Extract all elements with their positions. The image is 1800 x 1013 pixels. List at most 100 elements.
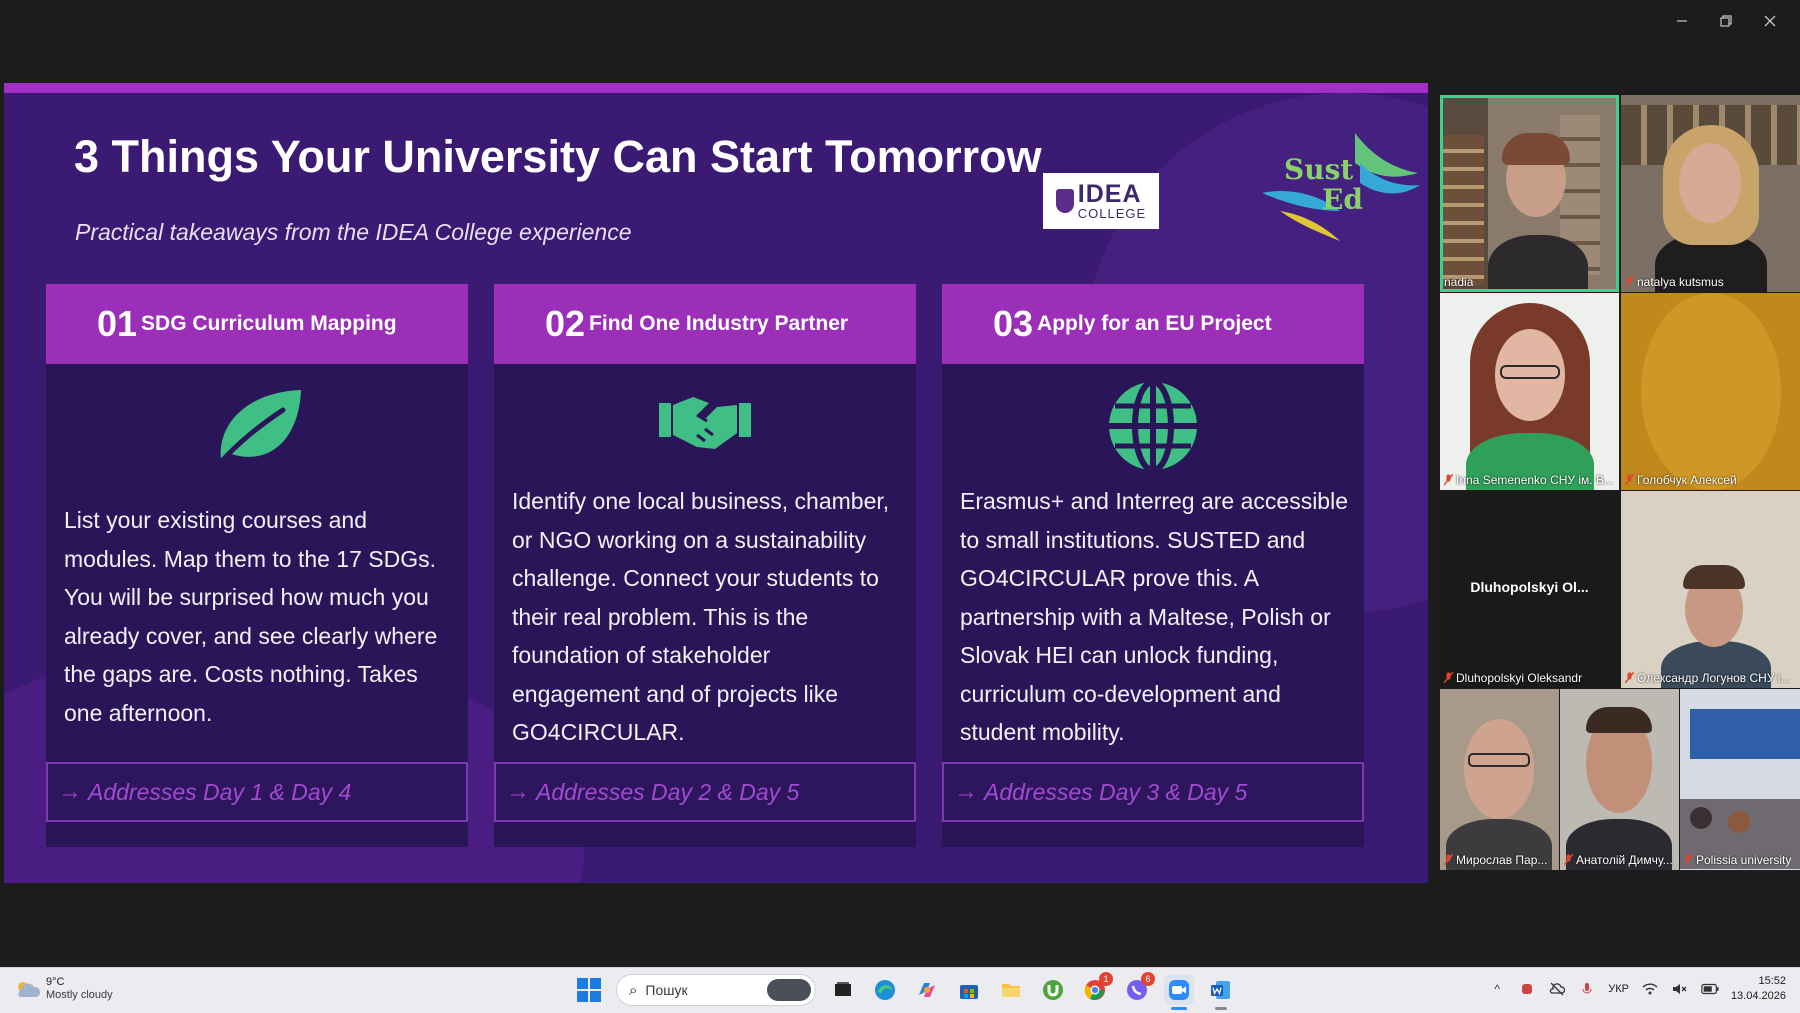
copilot-icon[interactable] (912, 975, 942, 1005)
card-footer-text: Addresses Day 2 & Day 5 (536, 778, 800, 805)
participant-name: Inna Semenenko СНУ ім. В... (1444, 473, 1614, 487)
slide-subtitle: Practical takeaways from the IDEA Colleg… (75, 219, 632, 245)
arrow-right-icon: → (506, 778, 530, 805)
clock-time: 15:52 (1758, 975, 1786, 987)
mic-muted-icon (1684, 854, 1693, 866)
card-number: 01 (97, 303, 138, 344)
minimize-button[interactable] (1664, 8, 1700, 34)
torrent-icon[interactable] (1038, 975, 1068, 1005)
close-button[interactable] (1752, 8, 1788, 34)
participant-display-name: Dluhopolskyi Ol... (1470, 579, 1589, 595)
crest-icon (1055, 189, 1074, 213)
cloud-off-icon[interactable] (1548, 980, 1566, 998)
ed-logo-text: Ed (1322, 183, 1363, 216)
start-button[interactable] (574, 975, 604, 1005)
participant-name: Голобчук Алексей (1625, 473, 1737, 487)
chrome-icon[interactable]: 1 (1080, 972, 1113, 1005)
card-title: Apply for an EU Project (1037, 312, 1272, 335)
mic-muted-icon (1564, 854, 1573, 866)
close-icon (1764, 15, 1776, 27)
sust-logo-text: Sust (1284, 153, 1354, 186)
restore-icon (1720, 15, 1732, 27)
system-clock[interactable]: 15:52 13.04.2026 (1731, 974, 1786, 1004)
word-icon[interactable] (1206, 975, 1236, 1010)
edge-browser-icon[interactable] (870, 975, 900, 1005)
windows-taskbar: 9°C Mostly cloudy ⌕ Пошук 1 6 ^ УКР 15:5… (0, 967, 1800, 1013)
leaf-icon (46, 384, 468, 468)
battery-icon[interactable] (1701, 980, 1719, 998)
card-footer-text: Addresses Day 3 & Day 5 (984, 778, 1248, 805)
card-body: Erasmus+ and Interreg are accessible to … (960, 488, 1349, 745)
search-icon: ⌕ (629, 981, 638, 999)
takeaway-card-1: 01 SDG Curriculum Mapping List your exis… (46, 284, 468, 847)
video-gallery: nadia natalya kutsmus Inna Semenenko СНУ… (1440, 95, 1800, 870)
handshake-icon (494, 389, 916, 453)
slide-title: 3 Things Your University Can Start Tomor… (74, 131, 1042, 182)
idea-logo-sub: COLLEGE (1077, 206, 1147, 221)
arrow-right-icon: → (58, 778, 82, 805)
viber-icon[interactable]: 6 (1122, 972, 1155, 1005)
participant-tile[interactable]: natalya kutsmus (1621, 95, 1800, 292)
participant-tile[interactable]: Анатолій Димчу... (1560, 689, 1679, 870)
card-footer: → Addresses Day 1 & Day 4 (46, 762, 468, 822)
participant-tile[interactable]: nadia (1440, 95, 1619, 292)
weather-widget[interactable]: 9°C Mostly cloudy (14, 976, 113, 1002)
card-footer-text: Addresses Day 1 & Day 4 (88, 778, 352, 805)
card-number: 03 (993, 303, 1034, 344)
store-icon[interactable] (954, 975, 984, 1005)
participant-name: Мирослав Пар... (1444, 853, 1547, 867)
microphone-icon[interactable] (1578, 980, 1596, 998)
participant-tile[interactable]: Inna Semenenko СНУ ім. В... (1440, 293, 1619, 490)
participant-tile[interactable]: Dluhopolskyi Ol... Dluhopolskyi Oleksand… (1440, 491, 1619, 688)
participant-tile[interactable]: Polissia university (1680, 689, 1800, 870)
shared-screen-slide: 3 Things Your University Can Start Tomor… (4, 83, 1428, 883)
tray-app-icon[interactable] (1518, 980, 1536, 998)
mic-muted-icon (1625, 672, 1634, 684)
card-title: SDG Curriculum Mapping (141, 312, 397, 335)
participant-name: Олександр Логунов СНУ і... (1625, 671, 1790, 685)
chevron-up-icon[interactable]: ^ (1488, 980, 1506, 998)
card-number: 02 (545, 303, 586, 344)
zoom-icon[interactable] (1164, 975, 1194, 1010)
language-indicator[interactable]: УКР (1608, 983, 1629, 995)
card-body: Identify one local business, chamber, or… (512, 488, 890, 745)
globe-icon (942, 380, 1364, 472)
mic-muted-icon (1444, 474, 1453, 486)
participant-name: natalya kutsmus (1625, 275, 1724, 289)
search-placeholder: Пошук (645, 982, 688, 998)
notification-badge: 1 (1099, 972, 1113, 986)
taskbar-apps: ⌕ Пошук 1 6 (574, 972, 1236, 1010)
file-explorer-icon[interactable] (996, 975, 1026, 1005)
zoom-meeting-window: 3 Things Your University Can Start Tomor… (0, 0, 1800, 1013)
weather-temperature: 9°C (46, 976, 65, 988)
mic-muted-icon (1444, 854, 1453, 866)
participant-name: nadia (1444, 275, 1474, 289)
system-tray: ^ УКР 15:52 13.04.2026 (1488, 974, 1786, 1004)
idea-college-logo: IDEA COLLEGE (1043, 173, 1159, 229)
wifi-icon[interactable] (1641, 980, 1659, 998)
participant-tile[interactable]: Голобчук Алексей (1621, 293, 1800, 490)
minimize-icon (1677, 20, 1687, 22)
participant-name: Polissia university (1684, 853, 1791, 867)
clock-date: 13.04.2026 (1730, 990, 1786, 1002)
takeaway-card-2: 02 Find One Industry Partner Identify on… (494, 284, 916, 847)
restore-button[interactable] (1708, 8, 1744, 34)
card-header: 01 SDG Curriculum Mapping (46, 284, 468, 364)
card-title: Find One Industry Partner (589, 312, 849, 335)
volume-muted-icon[interactable] (1671, 980, 1689, 998)
mic-muted-icon (1625, 276, 1634, 288)
task-view-icon[interactable] (828, 975, 858, 1005)
taskbar-search[interactable]: ⌕ Пошук (616, 974, 816, 1006)
card-footer: → Addresses Day 2 & Day 5 (494, 762, 916, 822)
mic-muted-icon (1444, 672, 1453, 684)
notification-badge: 6 (1141, 972, 1155, 986)
arrow-right-icon: → (954, 778, 978, 805)
cloud-icon (14, 980, 41, 998)
mic-muted-icon (1625, 474, 1634, 486)
card-header: 03 Apply for an EU Project (942, 284, 1364, 364)
participant-tile[interactable]: Мирослав Пар... (1440, 689, 1559, 870)
participant-tile[interactable]: Олександр Логунов СНУ і... (1621, 491, 1800, 688)
takeaway-card-3: 03 Apply for an EU Project Erasmus+ and … (942, 284, 1364, 847)
idea-logo-main: IDEA (1077, 180, 1142, 208)
card-footer: → Addresses Day 3 & Day 5 (942, 762, 1364, 822)
